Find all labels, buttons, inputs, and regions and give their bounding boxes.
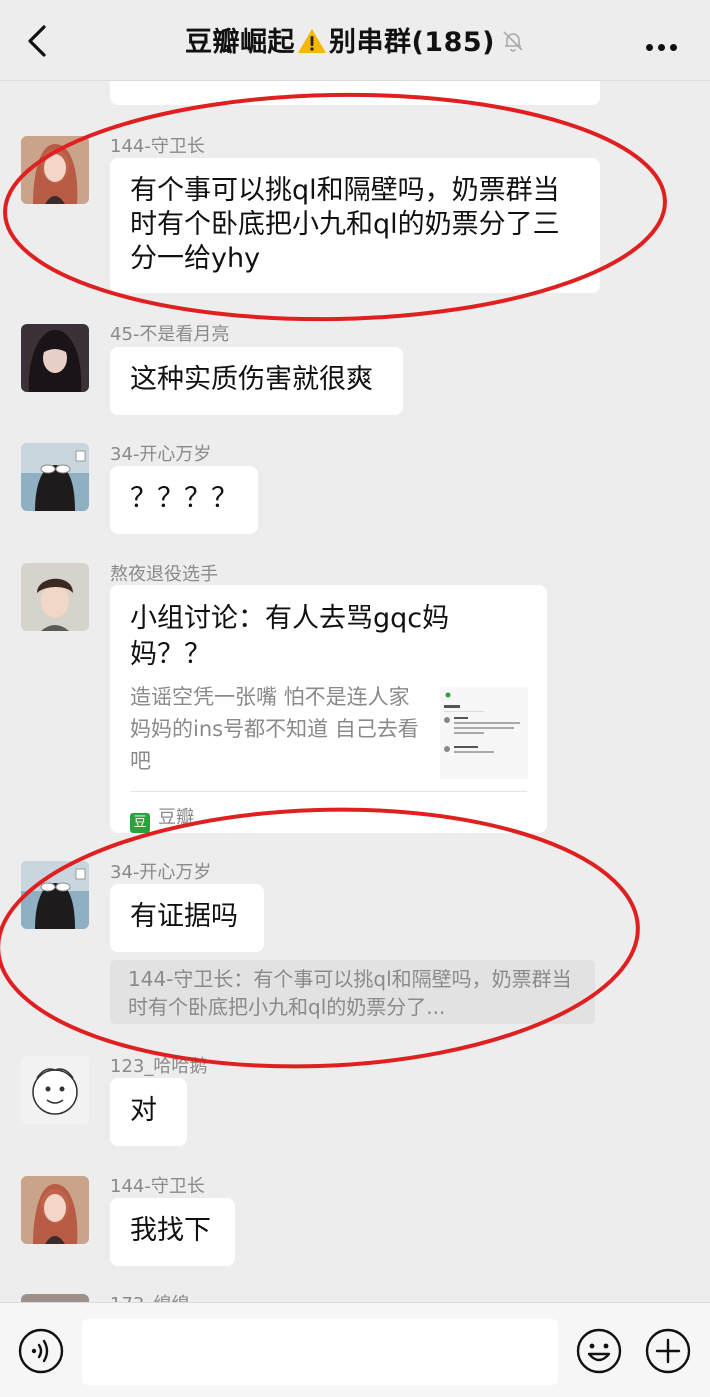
link-divider <box>130 791 527 792</box>
previous-message-bubble <box>110 80 600 105</box>
avatar[interactable] <box>21 136 89 204</box>
avatar[interactable] <box>21 443 89 511</box>
link-source: 豆豆瓣 <box>130 803 194 833</box>
avatar[interactable] <box>21 563 89 631</box>
link-card[interactable]: 小组讨论：有人去骂gqc妈妈？？ 造谣空凭一张嘴 怕不是连人家妈妈的ins号都不… <box>110 585 547 833</box>
sender-name: 144-守卫长 <box>110 1176 205 1197</box>
chat-messages[interactable]: 144-守卫长 有个事可以挑ql和隔壁吗，奶票群当时有个卧底把小九和ql的奶票分… <box>0 80 710 1302</box>
more-icon[interactable] <box>646 36 686 51</box>
sender-name: 45-不是看月亮 <box>110 324 230 345</box>
avatar[interactable] <box>21 1294 89 1302</box>
avatar[interactable] <box>21 324 89 392</box>
message-bubble[interactable]: 这种实质伤害就很爽 <box>110 347 403 415</box>
link-title: 小组讨论：有人去骂gqc妈妈？？ <box>130 603 450 670</box>
message-bubble[interactable]: 我找下 <box>110 1198 235 1266</box>
quoted-message[interactable]: 144-守卫长：有个事可以挑ql和隔壁吗，奶票群当时有个卧底把小九和ql的奶票分… <box>110 960 595 1024</box>
chat-title: 豆瓣崛起 别串群(185) <box>0 20 710 59</box>
sender-name: 144-守卫长 <box>110 136 205 157</box>
sender-name: 熬夜退役选手 <box>110 564 218 585</box>
link-thumbnail <box>440 687 528 779</box>
title-text-1: 豆瓣崛起 <box>184 27 295 58</box>
avatar[interactable] <box>21 861 89 929</box>
link-description: 造谣空凭一张嘴 怕不是连人家妈妈的ins号都不知道 自己去看吧 <box>130 685 419 773</box>
message-bubble[interactable]: ？？？？ <box>110 466 258 534</box>
message-bubble[interactable]: 有个事可以挑ql和隔壁吗，奶票群当时有个卧底把小九和ql的奶票分了三分一给yhy <box>110 158 600 293</box>
sender-name: 123_哈哈鹅 <box>110 1056 208 1077</box>
douban-logo-icon: 豆 <box>130 813 150 833</box>
sender-name: 34-开心万岁 <box>110 444 212 465</box>
warning-icon <box>297 29 326 53</box>
sender-name: 173_绵绵 <box>110 1290 189 1302</box>
sender-name: 34-开心万岁 <box>110 862 212 883</box>
mute-bell-icon <box>503 31 523 52</box>
title-text-2: 别串群 <box>328 27 412 58</box>
message-input[interactable] <box>82 1319 558 1385</box>
input-bar <box>0 1302 710 1397</box>
link-source-name: 豆瓣 <box>158 807 194 828</box>
avatar[interactable] <box>21 1176 89 1244</box>
voice-icon[interactable] <box>18 1328 64 1374</box>
chat-header: 豆瓣崛起 别串群(185) <box>0 0 710 81</box>
plus-icon[interactable] <box>645 1328 691 1374</box>
message-bubble[interactable]: 对 <box>110 1078 187 1146</box>
message-bubble[interactable]: 有证据吗 <box>110 884 264 952</box>
emoji-icon[interactable] <box>576 1328 622 1374</box>
member-count: (185) <box>411 27 496 58</box>
avatar[interactable] <box>21 1056 89 1124</box>
